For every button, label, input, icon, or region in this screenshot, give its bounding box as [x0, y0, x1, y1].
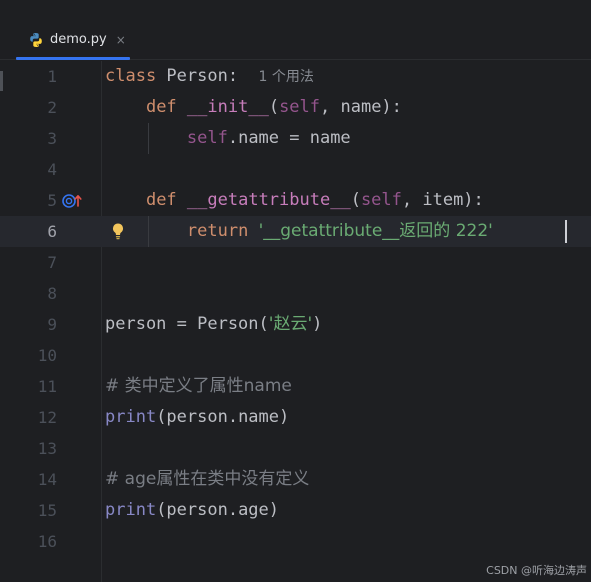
line-number: 8 — [47, 284, 57, 303]
code-line: 9 person = Person('赵云') — [0, 309, 591, 340]
code-line: 4 — [0, 154, 591, 185]
code-text: self.name = name — [105, 123, 351, 154]
code-token: , item): — [401, 190, 484, 210]
code-line: 10 — [0, 340, 591, 371]
line-number: 15 — [37, 501, 57, 520]
line-number: 13 — [37, 439, 57, 458]
text-caret — [565, 220, 567, 243]
comment: # age属性在类中没有定义 — [105, 469, 310, 489]
function-name: __init__ — [186, 97, 269, 117]
tab-demo-py[interactable]: demo.py × — [16, 19, 130, 60]
code-line: 16 — [0, 526, 591, 557]
code-text: # age属性在类中没有定义 — [105, 464, 309, 495]
line-number: 11 — [37, 377, 57, 396]
code-token: Person: — [156, 66, 259, 86]
code-token: , name): — [320, 97, 402, 117]
line-number: 10 — [37, 346, 57, 365]
code-text: print(person.age) — [105, 495, 279, 526]
line-number: 2 — [47, 98, 57, 117]
code-line: 13 — [0, 433, 591, 464]
self-token: self — [279, 97, 321, 117]
code-text: person = Person('赵云') — [105, 309, 322, 340]
code-line: 5 def __getattribute__(self, item): — [0, 185, 591, 216]
current-line: 6 return '__getattribute__返回的 222' — [0, 216, 591, 247]
builtin-function: print — [105, 407, 157, 427]
paren: ( — [268, 97, 280, 117]
code-token: .name = name — [227, 128, 351, 148]
keyword: def — [145, 97, 177, 117]
function-name: __getattribute__ — [186, 190, 351, 210]
tab-filename: demo.py — [50, 32, 107, 47]
line-number: 1 — [47, 67, 57, 86]
code-line: 2 def __init__(self, name): — [0, 92, 591, 123]
self-token: self — [360, 190, 402, 210]
code-line: 3 self.name = name — [0, 123, 591, 154]
active-tab-indicator — [16, 57, 130, 60]
keyword: class — [105, 66, 157, 86]
code-line: 15 print(person.age) — [0, 495, 591, 526]
editor-tab-bar: demo.py × — [0, 19, 591, 60]
code-text: class Person: 1 个用法 — [105, 61, 314, 93]
code-token: ) — [312, 314, 323, 334]
line-number: 5 — [47, 191, 57, 210]
string-literal: '__getattribute__返回的 222' — [258, 221, 493, 241]
code-text: # 类中定义了属性name — [105, 371, 292, 402]
code-text: def __getattribute__(self, item): — [105, 185, 484, 216]
watermark: CSDN @听海边涛声 — [486, 564, 587, 577]
python-icon — [30, 32, 42, 47]
keyword: def — [145, 190, 177, 210]
line-number: 7 — [47, 253, 57, 272]
code-text: def __init__(self, name): — [105, 92, 402, 123]
code-text: return '__getattribute__返回的 222' — [105, 216, 493, 247]
code-line: 7 — [0, 247, 591, 278]
line-number: 9 — [47, 315, 57, 334]
line-number: 4 — [47, 160, 57, 179]
usage-hint[interactable]: 1 个用法 — [259, 69, 314, 85]
window-top-strip — [0, 0, 591, 19]
code-line: 14 # age属性在类中没有定义 — [0, 464, 591, 495]
line-number: 6 — [47, 222, 57, 241]
code-line: 11 # 类中定义了属性name — [0, 371, 591, 402]
paren: ( — [350, 190, 361, 210]
keyword: return — [186, 221, 249, 241]
builtin-function: print — [105, 500, 157, 520]
override-up-icon[interactable] — [62, 193, 84, 209]
string-literal: '赵云' — [268, 314, 313, 334]
close-icon[interactable]: × — [116, 33, 126, 47]
line-number: 16 — [37, 532, 57, 551]
line-number: 12 — [37, 408, 57, 427]
code-text: print(person.name) — [105, 402, 289, 433]
code-token: (person.name) — [156, 407, 290, 427]
code-editor[interactable]: 1 class Person: 1 个用法 2 def __init__(sel… — [0, 61, 591, 582]
code-token: person = Person( — [105, 314, 269, 334]
self-token: self — [186, 128, 228, 148]
code-token: (person.age) — [156, 500, 280, 520]
line-number: 14 — [37, 470, 57, 489]
code-line: 12 print(person.name) — [0, 402, 591, 433]
line-number: 3 — [47, 129, 57, 148]
code-line: 8 — [0, 278, 591, 309]
comment: # 类中定义了属性name — [105, 376, 292, 396]
code-line: 1 class Person: 1 个用法 — [0, 61, 591, 92]
